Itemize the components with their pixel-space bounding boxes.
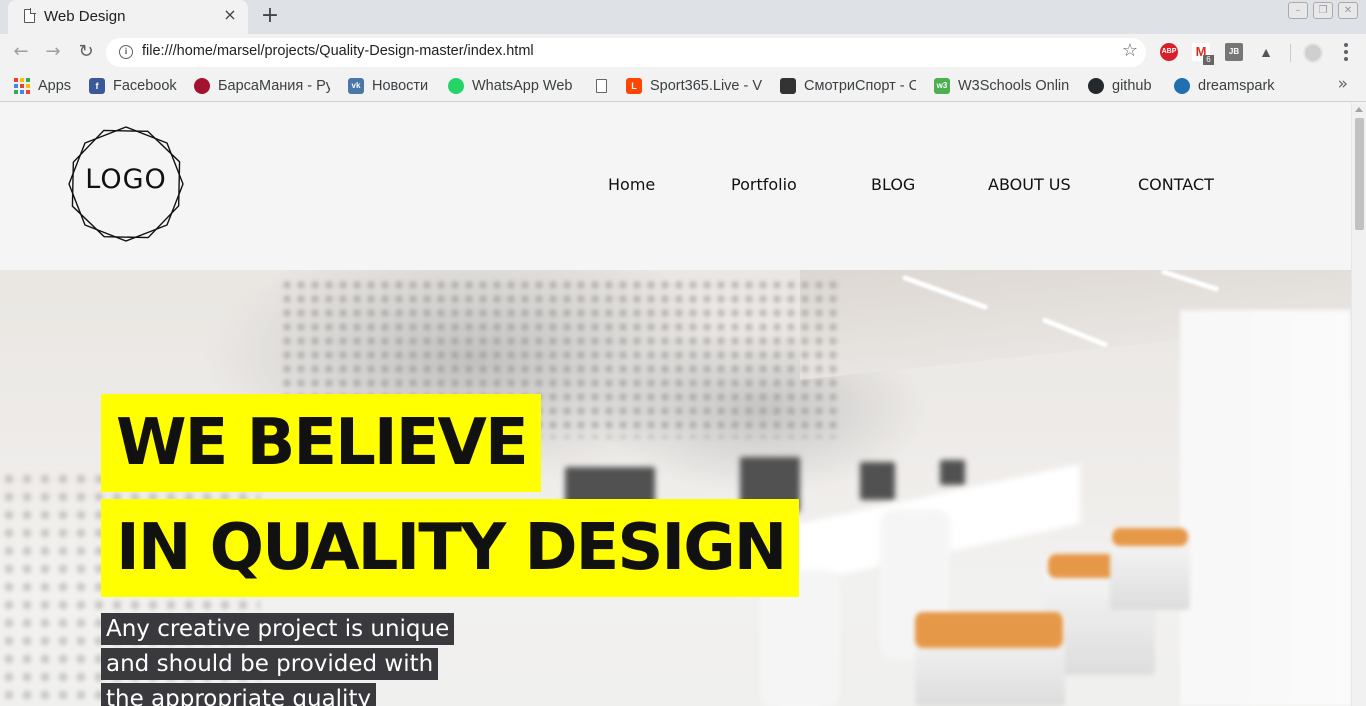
nav-portfolio[interactable]: Portfolio [731, 175, 797, 194]
w3schools-icon: w3 [934, 78, 950, 94]
bookmark-label: БарсаМания - Ру [218, 78, 330, 94]
bookmark-label: Sport365.Live - V [650, 78, 763, 94]
barcamania-icon [194, 78, 210, 94]
hero-headline-line-1: WE BELIEVE [101, 394, 541, 492]
scroll-up-arrow-icon[interactable] [1355, 107, 1363, 112]
address-bar[interactable]: i file:///home/marsel/projects/Quality-D… [106, 38, 1146, 67]
bookmark-label: СмотриСпорт - С [804, 78, 916, 94]
bookmark-label: WhatsApp Web [472, 78, 573, 94]
hero-headline-line-2: IN QUALITY DESIGN [101, 499, 800, 597]
page-viewport: LOGO Home Portfolio BLOG ABOUT US CONTAC… [0, 103, 1366, 706]
nav-about-us[interactable]: ABOUT US [988, 175, 1071, 194]
bookmark-barcamania[interactable]: БарсаМания - Ру [194, 76, 330, 96]
bookmarks-bar: Apps f Facebook БарсаМания - Ру vk Новос… [0, 70, 1366, 102]
tab-title: Web Design [44, 8, 126, 25]
forward-button[interactable]: → [41, 40, 65, 64]
hero-subtitle-line-2: and should be provided with [101, 648, 439, 680]
nav-home[interactable]: Home [608, 175, 655, 194]
close-window-button[interactable]: ✕ [1338, 2, 1358, 19]
bookmark-whatsapp[interactable]: WhatsApp Web [448, 76, 572, 96]
restore-button[interactable]: ❐ [1313, 2, 1333, 19]
logo[interactable]: LOGO [67, 125, 185, 243]
bookmark-apps[interactable]: Apps [14, 76, 71, 96]
bookmark-smotrisport[interactable]: СмотриСпорт - С [780, 76, 916, 96]
profile-icon[interactable] [1303, 43, 1323, 63]
site-header: LOGO Home Portfolio BLOG ABOUT US CONTAC… [0, 103, 1351, 270]
info-icon[interactable]: i [119, 45, 133, 59]
toolbar-divider [1290, 44, 1291, 62]
bookmark-dreamspark[interactable]: dreamspark [1174, 76, 1275, 96]
vk-icon: vk [348, 78, 364, 94]
minimize-button[interactable]: – [1288, 2, 1308, 19]
browser-toolbar: ← → ↻ i file:///home/marsel/projects/Qua… [0, 34, 1366, 70]
back-button[interactable]: ← [9, 40, 33, 64]
bookmark-label: W3Schools Onlin [958, 78, 1070, 94]
new-tab-button[interactable]: + [258, 4, 282, 28]
menu-icon[interactable] [1344, 43, 1348, 61]
logo-text: LOGO [85, 164, 167, 195]
page-scrollbar[interactable] [1351, 103, 1366, 706]
gmail-badge: 6 [1203, 55, 1214, 65]
bookmark-label: Новости [372, 78, 429, 94]
bookmark-w3schools[interactable]: w3 W3Schools Onlin [934, 76, 1070, 96]
dreamspark-icon [1174, 78, 1190, 94]
github-icon [1088, 78, 1104, 94]
tab-strip: Web Design × + – ❐ ✕ [0, 0, 1366, 34]
bookmark-github[interactable]: github [1088, 76, 1152, 96]
url-text[interactable]: file:///home/marsel/projects/Quality-Des… [142, 43, 534, 59]
adblock-plus-icon[interactable]: ABP [1160, 43, 1178, 61]
page-icon [24, 8, 36, 23]
nav-blog[interactable]: BLOG [871, 175, 915, 194]
hero-section: WE BELIEVE IN QUALITY DESIGN Any creativ… [0, 270, 1351, 706]
extension-icon[interactable]: ▲ [1257, 43, 1275, 61]
reload-button[interactable]: ↻ [74, 40, 98, 64]
nav-contact[interactable]: CONTACT [1138, 175, 1214, 194]
bookmark-label: dreamspark [1198, 78, 1275, 94]
bookmark-blank[interactable] [596, 76, 615, 96]
bookmark-star-icon[interactable]: ☆ [1122, 40, 1138, 61]
whatsapp-icon [448, 78, 464, 94]
hero-subtitle-line-3: the appropriate quality [101, 683, 377, 706]
scrollbar-thumb[interactable] [1355, 118, 1364, 230]
bookmark-label: Facebook [113, 78, 177, 94]
smotrisport-icon [780, 78, 796, 94]
more-bookmarks-icon[interactable]: » [1338, 74, 1348, 94]
hero-subtitle-line-1: Any creative project is unique [101, 613, 455, 645]
jetbrains-icon[interactable]: JB [1225, 43, 1243, 61]
tab-close-icon[interactable]: × [220, 5, 240, 25]
sport365-icon: L [626, 78, 642, 94]
apps-grid-icon [14, 78, 30, 94]
bookmark-facebook[interactable]: f Facebook [89, 76, 177, 96]
bookmark-label: github [1112, 78, 1152, 94]
browser-tab[interactable]: Web Design × [8, 0, 248, 34]
bookmark-sport365[interactable]: L Sport365.Live - V [626, 76, 764, 96]
bookmark-label: Apps [38, 78, 72, 94]
bookmark-vk-novosti[interactable]: vk Новости [348, 76, 428, 96]
facebook-icon: f [89, 78, 105, 94]
blank-page-icon [596, 79, 607, 93]
